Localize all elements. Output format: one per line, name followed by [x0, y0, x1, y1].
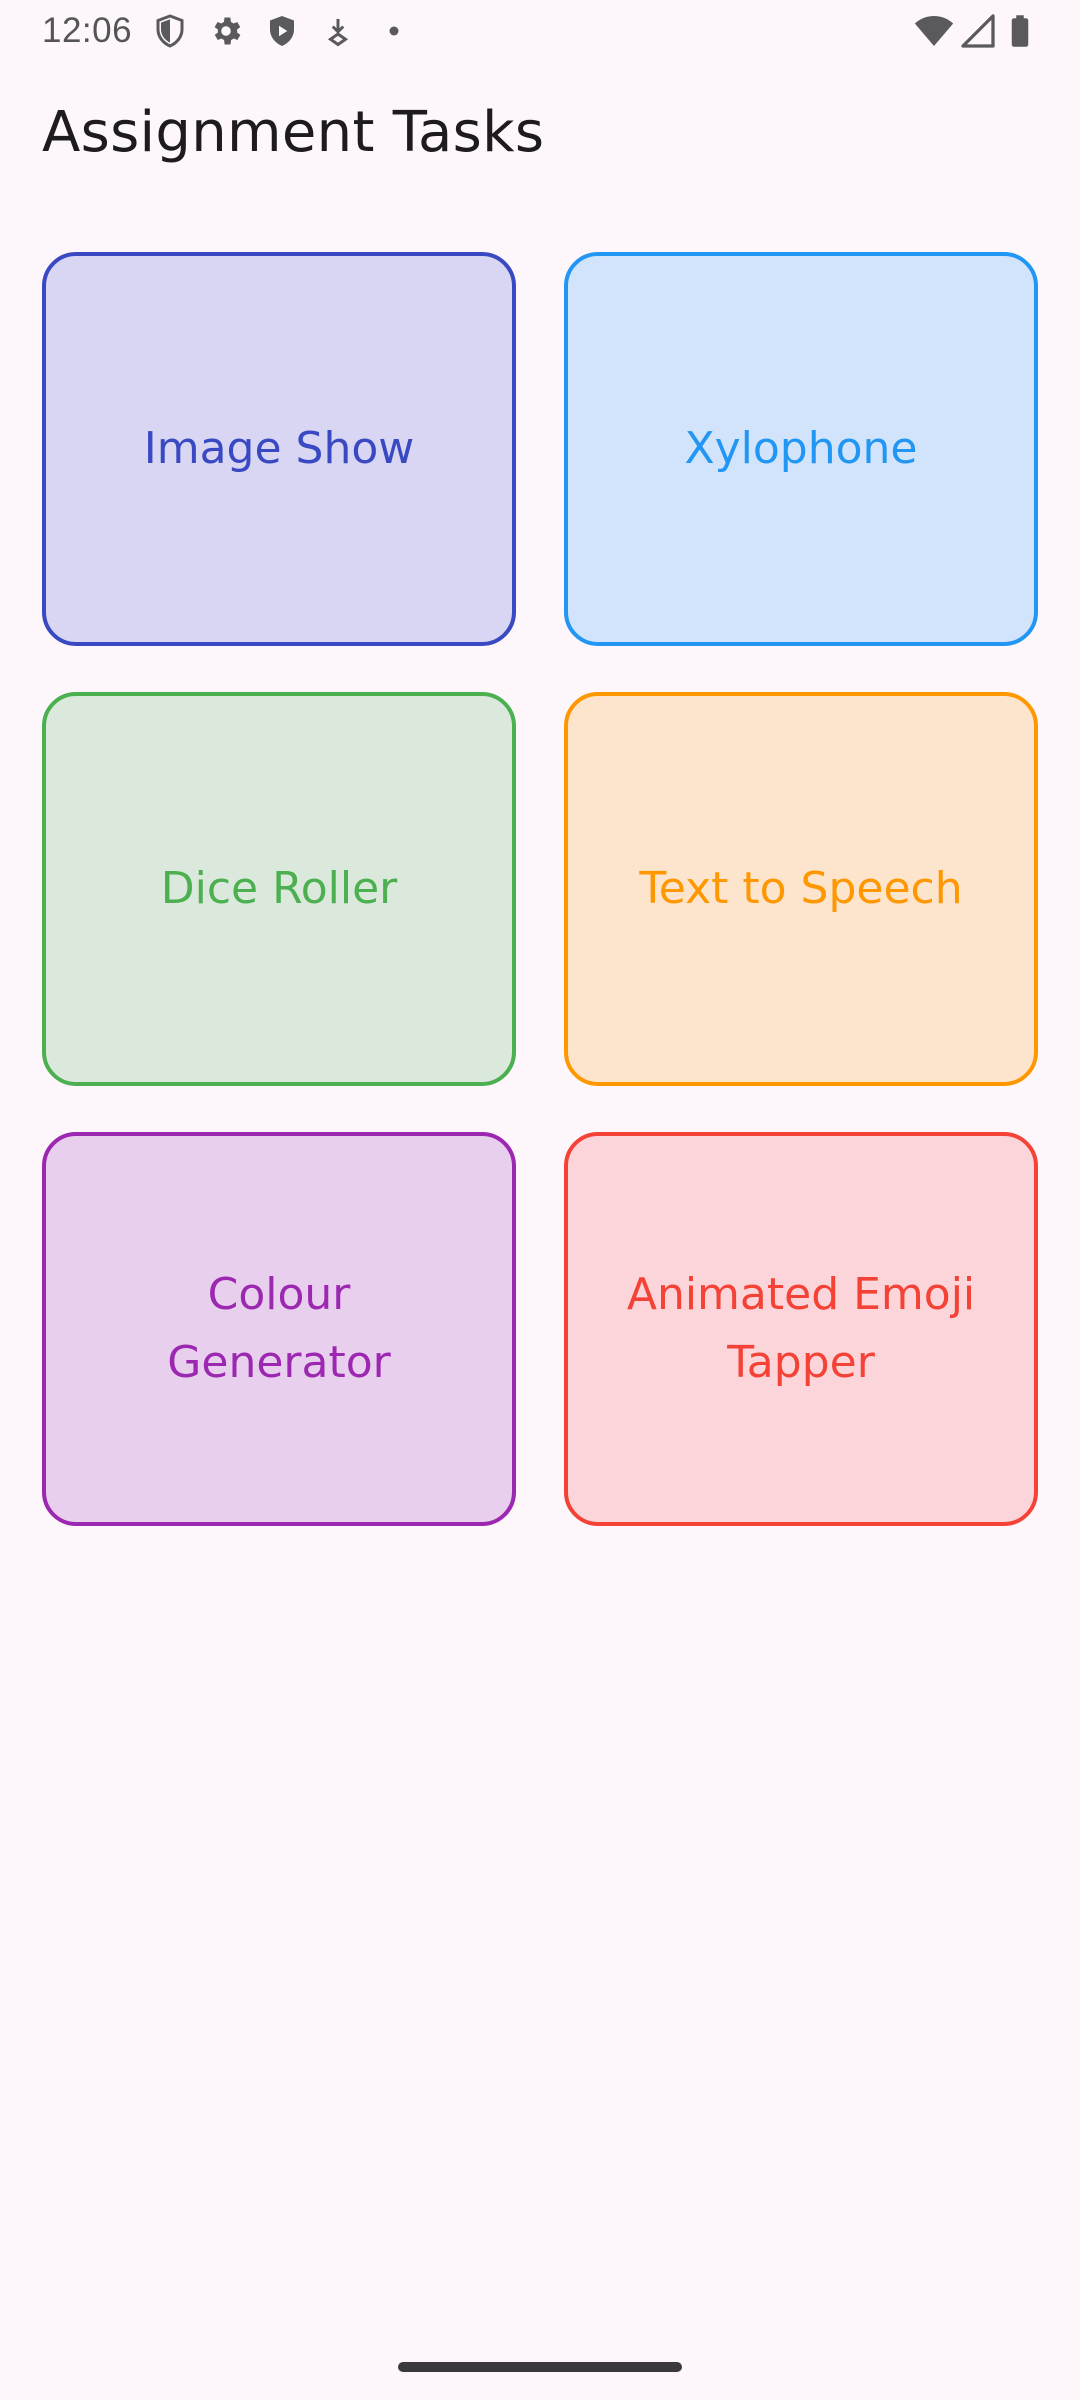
tile-animated-emoji-tapper[interactable]: Animated Emoji Tapper: [564, 1132, 1038, 1526]
tile-label: Colour Generator: [167, 1269, 391, 1388]
tile-label: Xylophone: [684, 423, 918, 474]
tile-xylophone[interactable]: Xylophone: [564, 252, 1038, 646]
cellular-signal-icon: [961, 14, 995, 48]
dot-icon: [389, 26, 399, 36]
tile-colour-generator[interactable]: Colour Generator: [42, 1132, 516, 1526]
home-gesture-bar[interactable]: [398, 2362, 682, 2372]
gear-icon: [214, 17, 241, 45]
tile-label: Animated Emoji Tapper: [626, 1269, 976, 1388]
tile-image-show[interactable]: Image Show: [42, 252, 516, 646]
download-arrow-icon: [327, 19, 349, 47]
battery-icon: [1011, 15, 1029, 47]
status-clock: 12:06: [42, 11, 133, 50]
tile-dice-roller[interactable]: Dice Roller: [42, 692, 516, 1086]
tile-label: Image Show: [143, 423, 415, 474]
wifi-icon: [914, 16, 954, 46]
tile-label: Text to Speech: [639, 863, 963, 914]
shield-play-icon: [270, 16, 295, 46]
tile-text-to-speech[interactable]: Text to Speech: [564, 692, 1038, 1086]
tile-label: Dice Roller: [160, 863, 398, 914]
status-left-group: 12:06: [42, 11, 412, 51]
status-bar: 12:06: [0, 0, 1080, 62]
page-title: Assignment Tasks: [42, 100, 545, 165]
status-right-group: [914, 11, 1038, 51]
shield-outline-icon: [156, 14, 184, 48]
tasks-grid: Image Show Xylophone Dice Roller Text to…: [42, 252, 1038, 1526]
